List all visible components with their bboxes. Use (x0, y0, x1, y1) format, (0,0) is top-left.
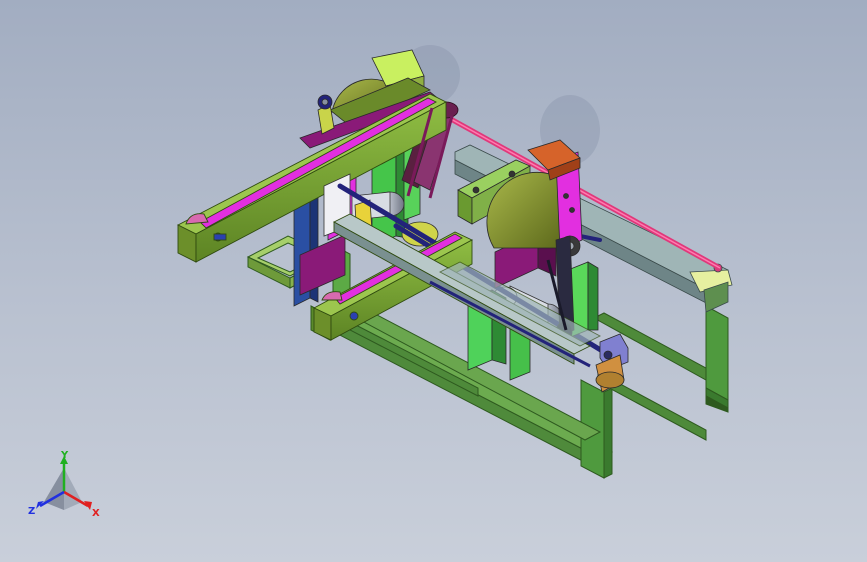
z-axis-label: Z (28, 506, 35, 517)
x-axis-label: X (92, 508, 100, 519)
axis-triad[interactable]: Y X Z (24, 448, 104, 524)
triad-cone-shade (44, 468, 64, 510)
front-saw-unit[interactable] (457, 139, 629, 393)
saw-machine-model[interactable] (0, 0, 867, 562)
y-axis-label: Y (60, 450, 69, 461)
cad-viewport[interactable]: Y X Z (0, 0, 867, 562)
